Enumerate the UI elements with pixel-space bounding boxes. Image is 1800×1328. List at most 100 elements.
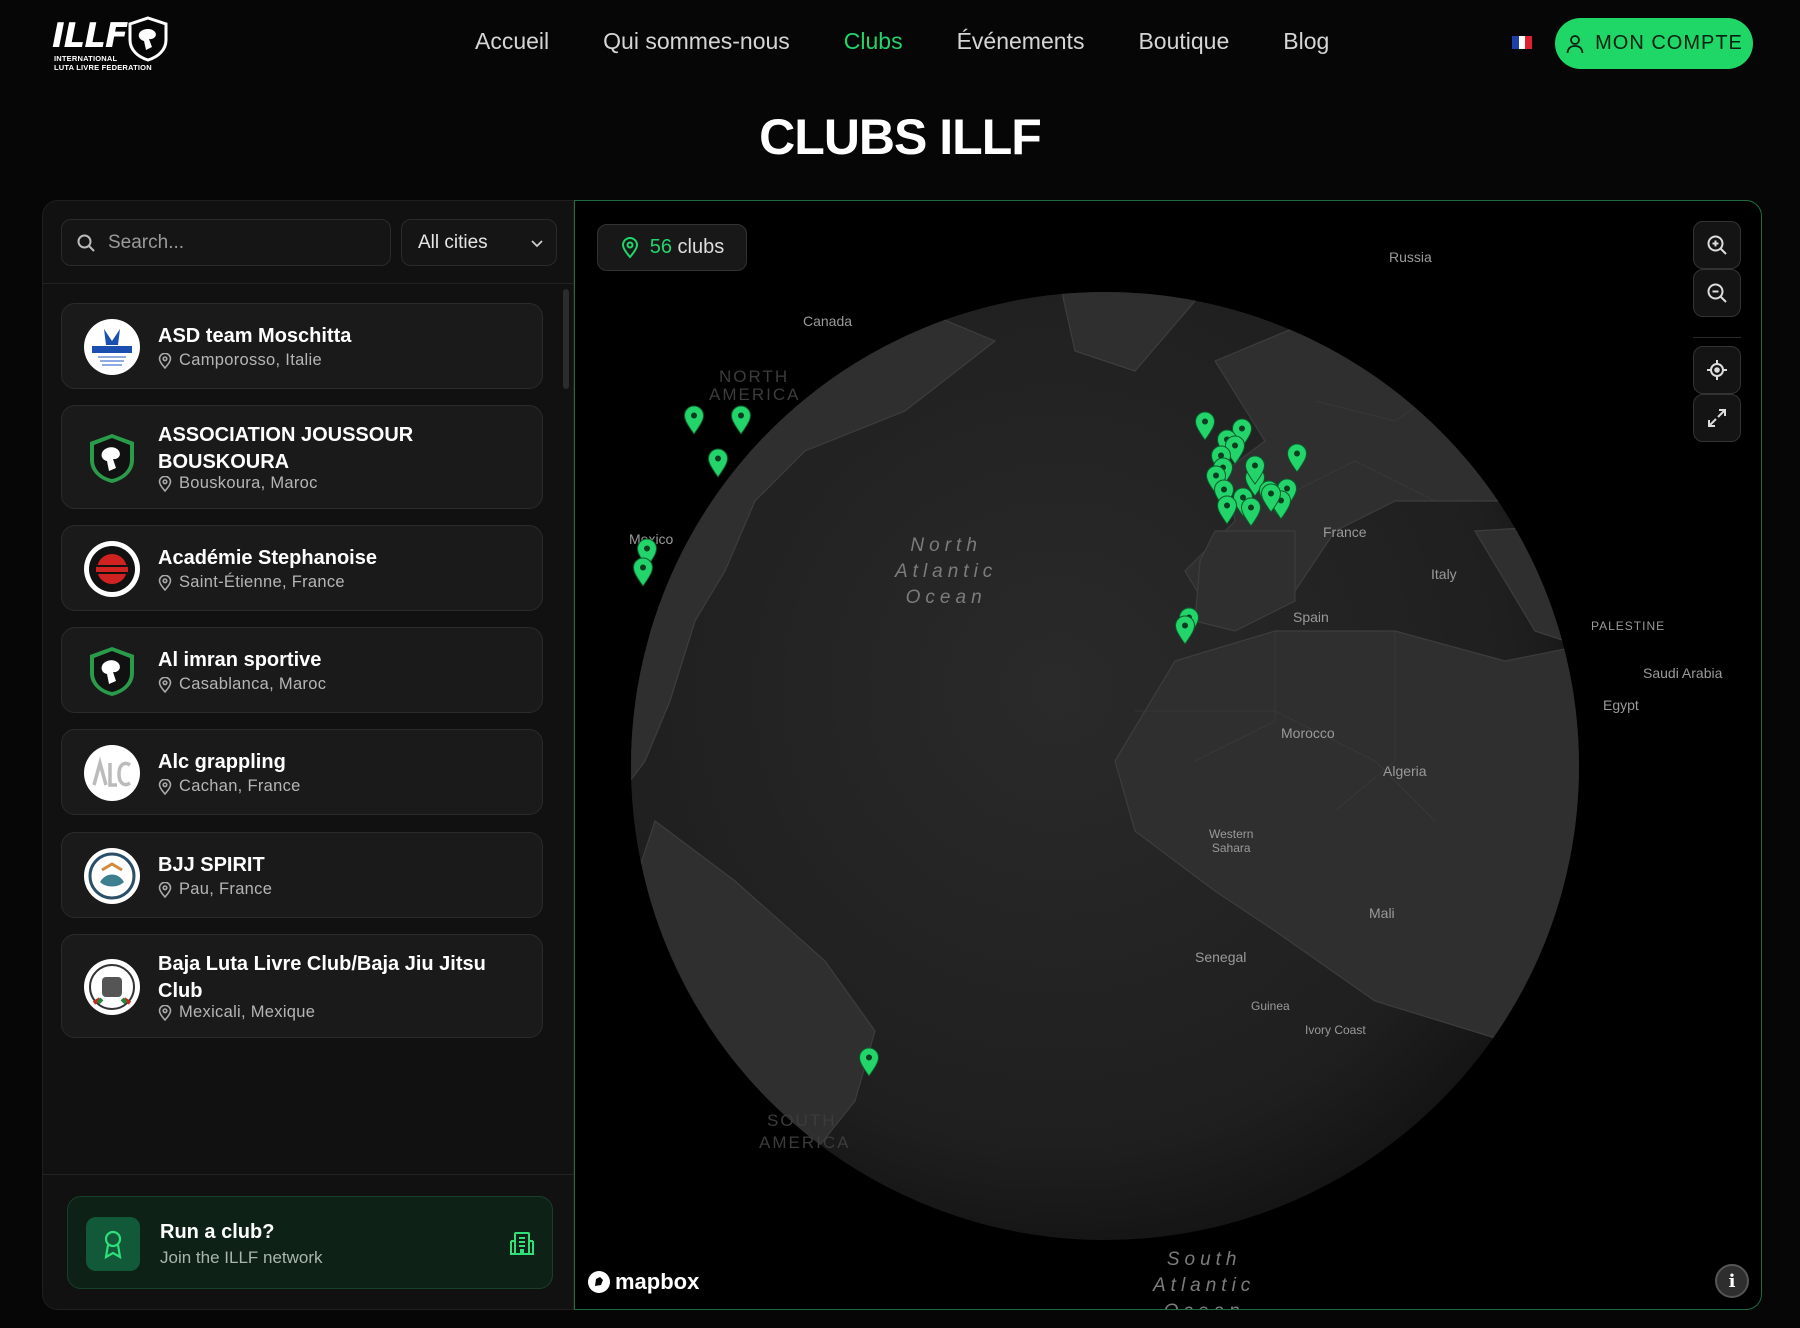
search-field[interactable]: [61, 219, 391, 266]
map-label-guinea: Guinea: [1251, 999, 1290, 1013]
club-name: Alc grappling: [158, 751, 286, 773]
run-a-club-cta[interactable]: Run a club? Join the ILLF network: [67, 1196, 553, 1289]
club-count-badge: 56 clubs: [597, 224, 747, 271]
zoom-in-button[interactable]: [1693, 221, 1741, 269]
city-filter-select[interactable]: All cities: [401, 219, 557, 266]
club-logo-alc-logo: [84, 745, 140, 801]
club-count-suffix: clubs: [677, 236, 725, 258]
page-title: CLUBS ILLF: [759, 109, 1042, 165]
map-label-ivory-coast: Ivory Coast: [1305, 1023, 1366, 1037]
zoom-out-button[interactable]: [1693, 269, 1741, 317]
expand-icon: [1708, 409, 1726, 427]
city-filter-value: All cities: [418, 231, 488, 253]
map-label-saudi-arabia: Saudi Arabia: [1643, 665, 1723, 681]
map-label-north-america-2: AMERICA: [709, 385, 801, 404]
nav-item-blog[interactable]: Blog: [1283, 28, 1329, 55]
map-label-italy: Italy: [1431, 566, 1457, 582]
search-icon: [77, 234, 95, 252]
user-icon: [1566, 34, 1584, 53]
club-location: Bouskoura, Maroc: [158, 474, 318, 493]
map-label-egypt: Egypt: [1603, 697, 1639, 713]
map-label-mali: Mali: [1369, 905, 1395, 921]
logo-wordmark: ILLF: [52, 16, 128, 56]
building-icon: [510, 1232, 534, 1255]
map-label-south-atlantic: South Atlantic Ocean: [1153, 1249, 1256, 1309]
nav-item-accueil[interactable]: Accueil: [475, 28, 549, 55]
club-map-marker[interactable]: [1244, 455, 1266, 485]
club-name: Académie Stephanoise: [158, 547, 377, 569]
cta-title: Run a club?: [160, 1221, 275, 1243]
club-map-marker[interactable]: [707, 448, 729, 478]
club-map-marker[interactable]: [730, 405, 752, 435]
language-flag-fr[interactable]: [1512, 36, 1533, 49]
club-location: Camporosso, Italie: [158, 351, 322, 370]
locate-me-button[interactable]: [1693, 346, 1741, 394]
crosshair-icon: [1707, 360, 1727, 380]
search-input[interactable]: [108, 231, 378, 254]
club-card[interactable]: ASD team Moschitta Camporosso, Italie: [61, 303, 543, 389]
location-pin-icon: [158, 574, 172, 591]
map-label-russia: Russia: [1389, 249, 1432, 265]
control-divider: [1693, 337, 1741, 338]
chevron-down-icon: [531, 239, 543, 247]
club-location: Casablanca, Maroc: [158, 675, 326, 694]
club-card[interactable]: ASSOCIATION JOUSSOUR BOUSKOURA Bouskoura,…: [61, 405, 543, 509]
location-pin-icon: [158, 676, 172, 693]
nav-item-qui-sommes-nous[interactable]: Qui sommes-nous: [603, 28, 790, 55]
club-card[interactable]: Baja Luta Livre Club/Baja Jiu Jitsu Club…: [61, 934, 543, 1038]
club-name: Al imran sportive: [158, 649, 322, 671]
illf-logo[interactable]: ILLF INTERNATIONAL LUTA LIVRE FEDERATION: [52, 16, 172, 76]
location-pin-icon: [158, 1004, 172, 1021]
club-location: Saint-Étienne, France: [158, 573, 345, 592]
zoom-in-icon: [1707, 235, 1727, 255]
fullscreen-button[interactable]: [1693, 394, 1741, 442]
club-logo-bjj-logo: [84, 848, 140, 904]
nav-item-boutique[interactable]: Boutique: [1138, 28, 1229, 55]
cta-subtitle: Join the ILLF network: [160, 1248, 323, 1267]
club-map-marker[interactable]: [632, 557, 654, 587]
club-location: Pau, France: [158, 880, 272, 899]
club-card[interactable]: Al imran sportive Casablanca, Maroc: [61, 627, 543, 713]
club-map-marker[interactable]: [1194, 411, 1216, 441]
club-map-marker[interactable]: [1260, 483, 1282, 513]
club-map-marker[interactable]: [1216, 495, 1238, 525]
map-label-north-atlantic: North Atlantic Ocean: [895, 535, 998, 608]
club-map-marker[interactable]: [1174, 615, 1196, 645]
award-icon: [86, 1217, 140, 1271]
club-logo-baja-logo: [84, 959, 140, 1015]
location-pin-icon: [158, 475, 172, 492]
club-card[interactable]: Académie Stephanoise Saint-Étienne, Franc…: [61, 525, 543, 611]
map-label-france: France: [1323, 524, 1367, 540]
map-label-senegal: Senegal: [1195, 949, 1247, 965]
logo-subtitle: INTERNATIONAL LUTA LIVRE FEDERATION: [54, 54, 152, 72]
nav-item-événements[interactable]: Événements: [957, 28, 1085, 55]
main-nav: Accueil Qui sommes-nous Clubs Événements Bou…: [475, 28, 1329, 55]
flag-stripe: [1525, 36, 1533, 49]
my-account-button[interactable]: MON COMPTE: [1555, 18, 1753, 69]
club-map-marker[interactable]: [1286, 443, 1308, 473]
clubs-list[interactable]: ASD team Moschitta Camporosso, Italie ASSO…: [43, 284, 573, 1174]
clubs-map[interactable]: 56 clubs Russia Canada NORTH AMERICA Mex…: [574, 200, 1762, 1310]
map-label-canada: Canada: [803, 313, 853, 329]
mapbox-attribution[interactable]: mapbox: [587, 1269, 699, 1295]
divider: [43, 1174, 573, 1175]
map-label-algeria: Algeria: [1383, 763, 1427, 779]
map-label-morocco: Morocco: [1281, 725, 1335, 741]
map-label-south-america: SOUTH: [767, 1111, 837, 1130]
map-label-palestine: PALESTINE: [1591, 619, 1666, 633]
club-card[interactable]: Alc grappling Cachan, France: [61, 729, 543, 815]
club-map-marker[interactable]: [858, 1047, 880, 1077]
flag-stripe: [1512, 36, 1519, 49]
club-name: ASD team Moschitta: [158, 325, 352, 347]
club-location: Mexicali, Mexique: [158, 1003, 315, 1022]
club-count-number: 56: [649, 236, 672, 258]
location-pin-icon: [158, 352, 172, 369]
location-pin-icon: [621, 236, 638, 259]
club-map-marker[interactable]: [683, 405, 705, 435]
nav-item-clubs[interactable]: Clubs: [844, 28, 903, 55]
map-info-button[interactable]: i: [1715, 1264, 1749, 1298]
club-name: Baja Luta Livre Club/Baja Jiu Jitsu Club: [158, 953, 486, 1002]
club-card[interactable]: BJJ SPIRIT Pau, France: [61, 832, 543, 918]
map-label-spain: Spain: [1293, 609, 1329, 625]
list-scrollbar[interactable]: [563, 289, 569, 389]
